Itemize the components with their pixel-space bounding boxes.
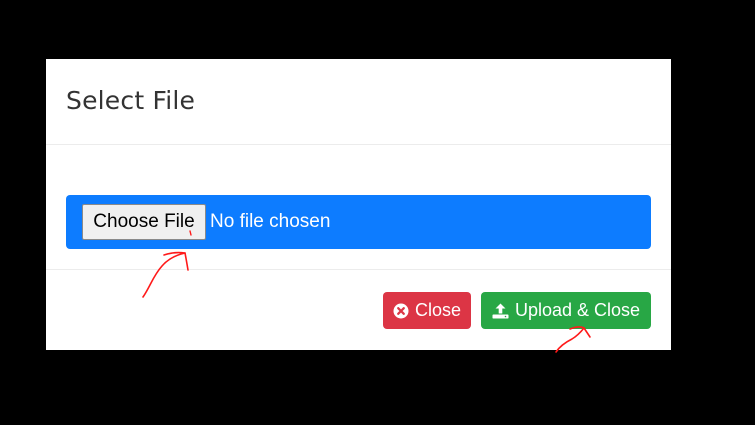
modal-title: Select File (66, 86, 196, 115)
file-status-text: No file chosen (210, 211, 331, 232)
upload-close-button[interactable]: Upload & Close (481, 292, 651, 329)
close-button-label: Close (414, 300, 462, 320)
times-circle-icon (393, 303, 409, 319)
upload-close-button-label: Upload & Close (514, 300, 641, 320)
modal-body: Choose File No file chosen (46, 145, 671, 270)
modal-footer: Close Upload & Close (46, 270, 671, 350)
file-input[interactable]: Choose File No file chosen (66, 195, 651, 249)
select-file-modal: Select File Choose File No file chosen C… (46, 59, 671, 350)
upload-icon (492, 303, 509, 319)
screenshot-stage: Select File Choose File No file chosen C… (0, 0, 755, 425)
modal-header: Select File (46, 59, 671, 145)
close-button[interactable]: Close (383, 292, 471, 329)
choose-file-button[interactable]: Choose File (82, 204, 206, 240)
